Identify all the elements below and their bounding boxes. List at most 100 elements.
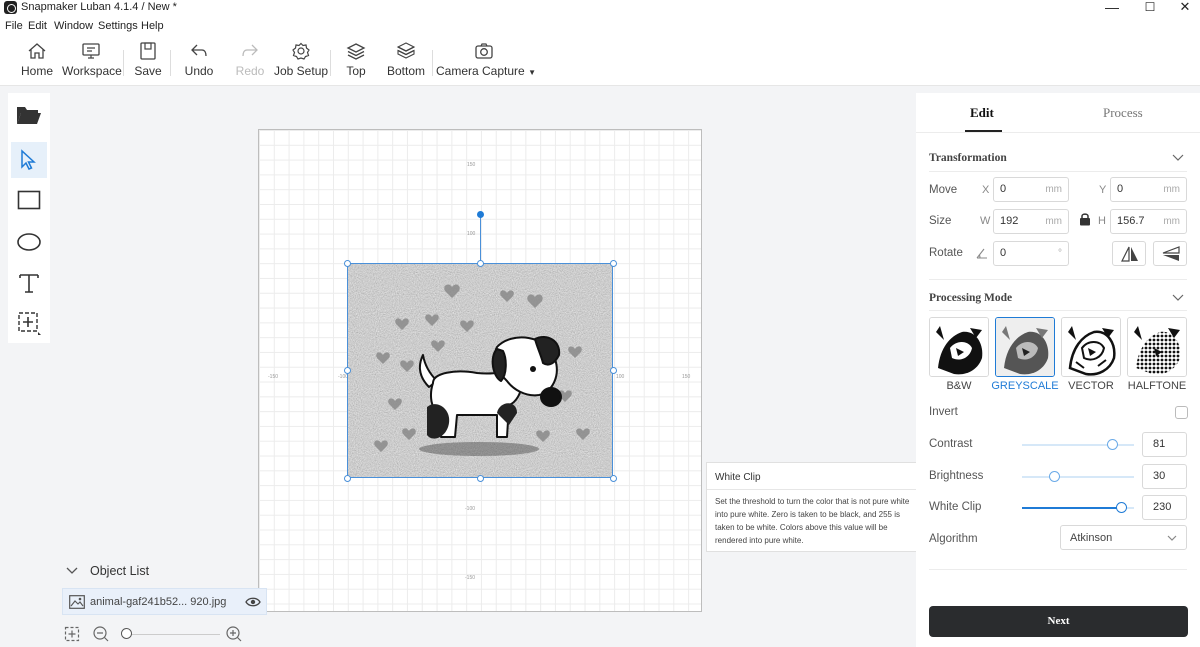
resize-handle-ne[interactable] (610, 260, 617, 267)
bottom-label: Bottom (386, 64, 425, 78)
algorithm-label: Algorithm (929, 533, 978, 545)
mode-halftone-thumbnail[interactable] (1127, 317, 1187, 377)
size-label: Size (929, 215, 952, 227)
camera-capture-button[interactable]: Camera Capture ▼ (436, 40, 536, 82)
chevron-down-icon[interactable] (1172, 293, 1184, 303)
mode-bw-label[interactable]: B&W (929, 380, 989, 392)
object-list-item[interactable]: animal-gaf241b52... 920.jpg (62, 588, 267, 615)
white-clip-slider-fill (1022, 507, 1122, 509)
open-file-tool[interactable] (11, 97, 47, 133)
save-label: Save (134, 64, 162, 78)
resize-handle-s[interactable] (477, 475, 484, 482)
text-tool[interactable] (11, 265, 47, 301)
size-width-input[interactable]: 192 mm (993, 209, 1069, 234)
insert-tool[interactable] (11, 305, 47, 341)
axis-tick: -150 (268, 374, 279, 380)
rotate-input[interactable]: 0 ° (993, 241, 1069, 266)
contrast-slider[interactable] (1022, 439, 1134, 450)
resize-handle-w[interactable] (344, 367, 351, 374)
white-clip-slider-knob[interactable] (1116, 502, 1127, 513)
menu-settings[interactable]: Settings (98, 20, 138, 32)
size-height-input[interactable]: 156.7 mm (1110, 209, 1187, 234)
app-logo-icon (4, 1, 17, 14)
white-clip-slider[interactable] (1022, 502, 1134, 513)
home-button[interactable]: Home (20, 40, 54, 82)
zoom-out-icon[interactable] (93, 626, 109, 642)
degree-unit: ° (1058, 248, 1062, 259)
size-width-value: 192 (1000, 215, 1019, 227)
invert-checkbox[interactable] (1175, 406, 1188, 419)
x-axis-label: X (982, 184, 990, 196)
menu-window[interactable]: Window (54, 20, 93, 32)
processing-mode-title: Processing Mode (929, 292, 1013, 304)
ellipse-tool[interactable] (11, 224, 47, 260)
contrast-slider-knob[interactable] (1107, 439, 1118, 450)
mode-greyscale-label[interactable]: GREYSCALE (989, 380, 1061, 392)
chevron-down-icon[interactable] (1172, 153, 1184, 163)
flip-horizontal-button[interactable] (1112, 241, 1146, 266)
zoom-slider-track[interactable] (124, 634, 220, 635)
select-tool[interactable] (11, 142, 47, 178)
object-list-title: Object List (90, 564, 150, 578)
resize-handle-se[interactable] (610, 475, 617, 482)
mode-bw-thumbnail[interactable] (929, 317, 989, 377)
undo-label: Undo (184, 64, 214, 78)
job-setup-button[interactable]: Job Setup (274, 40, 328, 82)
redo-label: Redo (235, 64, 265, 78)
brightness-slider[interactable] (1022, 471, 1134, 482)
tooltip-title: White Clip (715, 472, 761, 483)
angle-icon (976, 248, 987, 259)
rotation-handle[interactable] (477, 211, 484, 218)
zoom-in-icon[interactable] (226, 626, 242, 642)
mode-vector-thumbnail[interactable] (1061, 317, 1121, 377)
lock-icon[interactable] (1079, 212, 1091, 226)
fit-view-icon[interactable] (64, 626, 80, 642)
menu-file[interactable]: File (5, 20, 23, 32)
redo-button[interactable]: Redo (234, 40, 266, 82)
brightness-slider-knob[interactable] (1049, 471, 1060, 482)
undo-button[interactable]: Undo (183, 40, 215, 82)
section-divider (929, 569, 1187, 570)
mode-vector-label[interactable]: VECTOR (1061, 380, 1121, 392)
save-button[interactable]: Save (133, 40, 163, 82)
bottom-button[interactable]: Bottom (386, 40, 426, 82)
eye-icon[interactable] (245, 596, 261, 608)
job-setup-label: Job Setup (274, 64, 329, 78)
mode-halftone-label[interactable]: HALFTONE (1123, 380, 1191, 392)
flip-vertical-button[interactable] (1153, 241, 1187, 266)
brightness-label: Brightness (929, 470, 984, 482)
text-icon (19, 274, 39, 293)
minimize-button[interactable]: — (1092, 0, 1132, 16)
resize-handle-nw[interactable] (344, 260, 351, 267)
zoom-slider-knob[interactable] (121, 628, 132, 639)
bw-preview-icon (930, 318, 988, 376)
menu-help[interactable]: Help (141, 20, 164, 32)
rectangle-icon (17, 190, 41, 210)
rectangle-tool[interactable] (11, 182, 47, 218)
tab-edit[interactable]: Edit (970, 105, 994, 121)
resize-handle-n[interactable] (477, 260, 484, 267)
resize-handle-e[interactable] (610, 367, 617, 374)
move-y-input[interactable]: 0 mm (1110, 177, 1187, 202)
tab-process[interactable]: Process (1103, 105, 1143, 121)
contrast-input[interactable]: 81 (1142, 432, 1187, 457)
algorithm-select[interactable]: Atkinson (1060, 525, 1187, 550)
chevron-down-icon[interactable] (66, 566, 78, 576)
cursor-icon (21, 149, 36, 170)
menu-edit[interactable]: Edit (28, 20, 47, 32)
resize-handle-sw[interactable] (344, 475, 351, 482)
move-x-input[interactable]: 0 mm (993, 177, 1069, 202)
undo-icon (191, 44, 207, 57)
next-button[interactable]: Next (929, 606, 1188, 637)
white-clip-label: White Clip (929, 501, 982, 513)
h-axis-label: H (1098, 215, 1106, 227)
maximize-button[interactable]: ☐ (1130, 0, 1170, 16)
close-button[interactable]: ✕ (1165, 0, 1200, 16)
white-clip-input[interactable]: 230 (1142, 495, 1187, 520)
mode-greyscale-thumbnail[interactable] (995, 317, 1055, 377)
move-y-value: 0 (1117, 183, 1124, 195)
top-button[interactable]: Top (343, 40, 369, 82)
brightness-input[interactable]: 30 (1142, 464, 1187, 489)
workspace-button[interactable]: Workspace (62, 40, 122, 82)
unit-label: mm (1045, 216, 1062, 227)
